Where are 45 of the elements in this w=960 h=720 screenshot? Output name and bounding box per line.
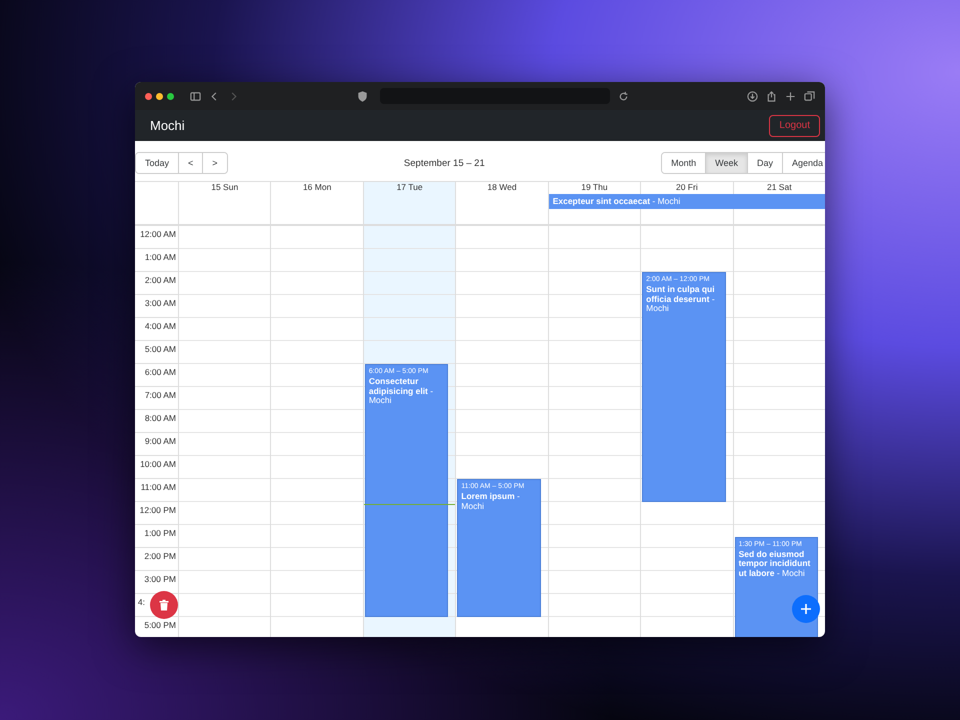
time-label: 4:00 AM bbox=[135, 318, 178, 341]
time-label: 3:00 AM bbox=[135, 295, 178, 318]
close-dot[interactable] bbox=[145, 92, 152, 100]
time-label: 8:00 AM bbox=[135, 410, 178, 433]
plus-icon bbox=[800, 603, 812, 615]
day-label: 21 Sat bbox=[766, 182, 793, 193]
delete-button[interactable] bbox=[150, 591, 178, 619]
time-label: 6:00 AM bbox=[135, 364, 178, 387]
app-brand[interactable]: Mochi bbox=[150, 118, 185, 133]
reload-icon[interactable] bbox=[618, 90, 629, 102]
time-label: 5:00 AM bbox=[135, 341, 178, 364]
time-label: 1:00 AM bbox=[135, 249, 178, 272]
day-label: 20 Fri bbox=[674, 182, 699, 193]
plus-icon[interactable] bbox=[785, 90, 796, 102]
view-tab[interactable]: Month bbox=[662, 153, 706, 173]
today-button[interactable]: Today bbox=[136, 153, 180, 173]
zoom-dot[interactable] bbox=[167, 92, 174, 100]
download-icon[interactable] bbox=[747, 90, 758, 102]
day-label: 17 Tue bbox=[396, 182, 424, 193]
day-label: 19 Thu bbox=[580, 182, 609, 193]
event-title: Lorem ipsum - Mochi bbox=[461, 492, 521, 511]
time-label: 1:00 PM bbox=[135, 525, 178, 548]
day-label: 15 Sun bbox=[210, 182, 240, 193]
shield-icon bbox=[357, 90, 368, 102]
time-label: 9:00 AM bbox=[135, 433, 178, 456]
time-label: 2:00 PM bbox=[135, 548, 178, 571]
event-title: Consectetur adipisicing elit - Mochi bbox=[368, 377, 434, 406]
tabs-icon[interactable] bbox=[804, 90, 815, 102]
time-label: 7:00 AM bbox=[135, 387, 178, 410]
time-label: 4: bbox=[138, 597, 145, 609]
date-range: September 15 – 21 bbox=[402, 158, 486, 168]
share-icon[interactable] bbox=[766, 90, 777, 102]
time-label: 10:00 AM bbox=[135, 456, 178, 479]
time-label: 12:00 AM bbox=[135, 226, 178, 249]
day-label: 16 Mon bbox=[302, 182, 332, 193]
time-label: 2:00 AM bbox=[135, 272, 178, 295]
trash-icon bbox=[158, 599, 170, 611]
event-title: Sunt in culpa qui officia deserunt - Mochi bbox=[646, 285, 716, 314]
sidebar-icon[interactable] bbox=[190, 90, 201, 102]
time-label: 12:00 PM bbox=[135, 502, 178, 525]
time-label: 11:00 AM bbox=[135, 479, 178, 502]
event-title: Sed do eiusmod tempor incididunt ut labore - Mochi bbox=[738, 550, 812, 578]
view-tab[interactable]: Week bbox=[706, 153, 748, 173]
minimize-dot[interactable] bbox=[156, 92, 163, 100]
day-label: 18 Wed bbox=[486, 182, 518, 193]
